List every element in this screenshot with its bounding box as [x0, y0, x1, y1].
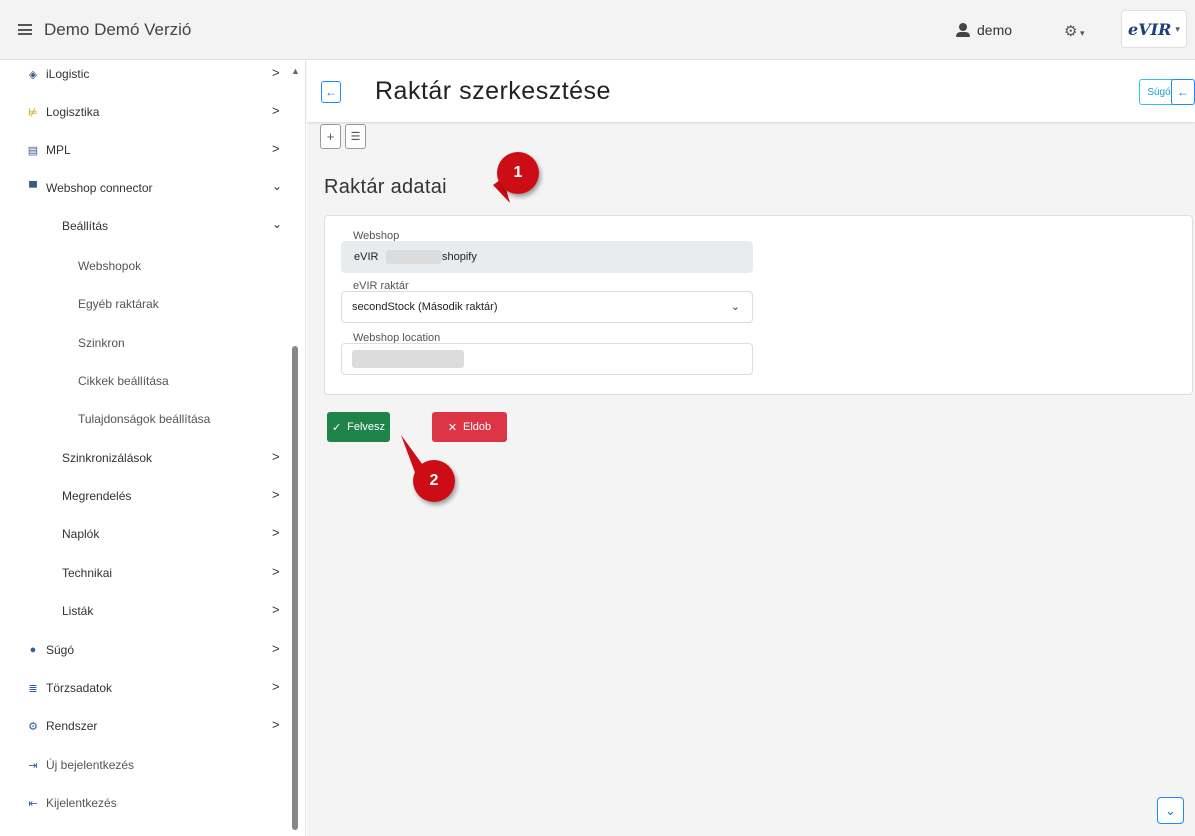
hand-truck-icon: ⊭	[28, 106, 38, 119]
logo-menu[interactable]: eVIR ▾	[1121, 10, 1187, 48]
sidebar-item-torzsadatok[interactable]: ≣ Törzsadatok	[26, 669, 112, 707]
chevron-right-icon[interactable]: >	[272, 103, 280, 118]
callout-1: 1	[497, 152, 539, 194]
chevron-right-icon[interactable]: >	[272, 449, 280, 464]
sidebar-item-label: Törzsadatok	[46, 681, 113, 695]
sidebar-item-megrendeles[interactable]: Megrendelés	[62, 477, 131, 515]
chevron-down-icon[interactable]: ⌄	[272, 179, 282, 193]
caret-down-icon: ▾	[1077, 28, 1085, 38]
chevron-right-icon[interactable]: >	[272, 717, 280, 732]
evir-logo: eVIR	[1128, 19, 1172, 39]
chevron-right-icon[interactable]: >	[272, 679, 280, 694]
callout-arrows	[401, 178, 510, 478]
sidebar-item-label: Új bejelentkezés	[46, 758, 135, 772]
login-icon: ⇥	[28, 759, 38, 772]
sidebar-item-uj-bejelentkezes[interactable]: ⇥ Új bejelentkezés	[26, 746, 134, 784]
sidebar-item-listak[interactable]: Listák	[62, 592, 93, 630]
sidebar-scrollbar[interactable]	[292, 346, 298, 830]
sidebar-item-ilogistic[interactable]: ◈ iLogistic	[26, 55, 90, 93]
scroll-up-icon[interactable]: ▲	[291, 66, 300, 76]
sidebar-item-kijelentkezes[interactable]: ⇤ Kijelentkezés	[26, 784, 117, 822]
chevron-right-icon[interactable]: >	[272, 564, 280, 579]
sidebar-item-label: Webshopok	[78, 259, 142, 273]
sidebar-item-label: MPL	[46, 143, 71, 157]
sidebar-item-szinkron[interactable]: Szinkron	[78, 324, 125, 362]
cube-icon: ◈	[28, 68, 38, 81]
truck-icon: ▤	[27, 144, 39, 157]
sidebar-item-label: Kijelentkezés	[46, 796, 117, 810]
sidebar-item-label: Szinkron	[78, 336, 125, 350]
sidebar-item-label: Webshop connector	[46, 181, 153, 195]
help-circle-icon: ●	[29, 644, 37, 656]
chevron-right-icon[interactable]: >	[272, 65, 280, 80]
chevron-down-icon: ⌄	[1165, 802, 1176, 818]
sidebar-item-mpl[interactable]: ▤ MPL	[26, 131, 71, 169]
logout-icon: ⇤	[28, 797, 38, 810]
main-content: ← Raktár szerkesztése Súgó ← + ☰ Raktár …	[307, 60, 1195, 836]
settings-menu[interactable]: ⚙ ▾	[1064, 22, 1084, 40]
sidebar-item-label: Technikai	[62, 566, 113, 580]
sidebar-item-egyeb-raktarak[interactable]: Egyéb raktárak	[78, 285, 159, 323]
sidebar-item-label: Megrendelés	[62, 489, 132, 503]
callout-2: 2	[413, 460, 455, 502]
top-bar: Demo Demó Verzió demo ⚙ ▾ eVIR ▾	[0, 0, 1195, 60]
scroll-down-button[interactable]: ⌄	[1157, 797, 1184, 824]
chevron-right-icon[interactable]: >	[272, 487, 280, 502]
sidebar-item-label: Listák	[62, 604, 94, 618]
sidebar-item-rendszer[interactable]: ⚙ Rendszer	[26, 707, 97, 745]
sidebar-item-naplok[interactable]: Naplók	[62, 515, 99, 553]
sidebar-item-label: Rendszer	[46, 719, 98, 733]
app-title: Demo Demó Verzió	[44, 20, 192, 39]
menu-icon[interactable]	[18, 24, 32, 35]
gear-icon: ⚙	[1064, 23, 1078, 40]
sidebar-item-label: Naplók	[62, 527, 100, 541]
cart-icon: ▀	[29, 182, 37, 194]
chevron-right-icon[interactable]: >	[272, 525, 280, 540]
sidebar-item-label: iLogistic	[46, 67, 90, 81]
user-name: demo	[977, 22, 1013, 38]
sidebar-item-sugo[interactable]: ● Súgó	[26, 631, 74, 669]
sidebar-item-label: Egyéb raktárak	[78, 297, 159, 311]
user-icon	[955, 23, 971, 37]
sidebar-item-webshop-connector[interactable]: ▀ Webshop connector	[26, 169, 153, 207]
sidebar-item-label: Logisztika	[46, 105, 100, 119]
caret-down-icon: ▾	[1175, 23, 1180, 34]
sidebar-item-label: Súgó	[46, 643, 75, 657]
sidebar-item-label: Cikkek beállítása	[78, 374, 169, 388]
chevron-right-icon[interactable]: >	[272, 141, 280, 156]
user-menu[interactable]: demo	[955, 22, 1012, 38]
cogs-icon: ⚙	[28, 720, 38, 733]
sidebar-item-label: Szinkronizálások	[62, 451, 153, 465]
sidebar-item-logisztika[interactable]: ⊭ Logisztika	[26, 93, 99, 131]
chevron-down-icon[interactable]: ⌄	[272, 217, 282, 231]
sidebar-item-beallitas[interactable]: Beállítás	[62, 207, 108, 245]
chevron-right-icon[interactable]: >	[272, 641, 280, 656]
sidebar-item-label: Tulajdonságok beállítása	[78, 412, 211, 426]
sidebar-item-label: Beállítás	[62, 219, 109, 233]
sidebar-item-tulajdonsagok-beallitasa[interactable]: Tulajdonságok beállítása	[78, 400, 210, 438]
sidebar-item-technikai[interactable]: Technikai	[62, 554, 112, 592]
database-icon: ≣	[28, 682, 38, 695]
sidebar-item-szinkronizalasok[interactable]: Szinkronizálások	[62, 439, 152, 477]
sidebar-item-cikkek-beallitasa[interactable]: Cikkek beállítása	[78, 362, 169, 400]
chevron-right-icon[interactable]: >	[272, 602, 280, 617]
sidebar: ◈ iLogistic > ⊭ Logisztika > ▤ MPL > ▀ W…	[0, 60, 306, 836]
sidebar-item-webshopok[interactable]: Webshopok	[78, 247, 141, 285]
